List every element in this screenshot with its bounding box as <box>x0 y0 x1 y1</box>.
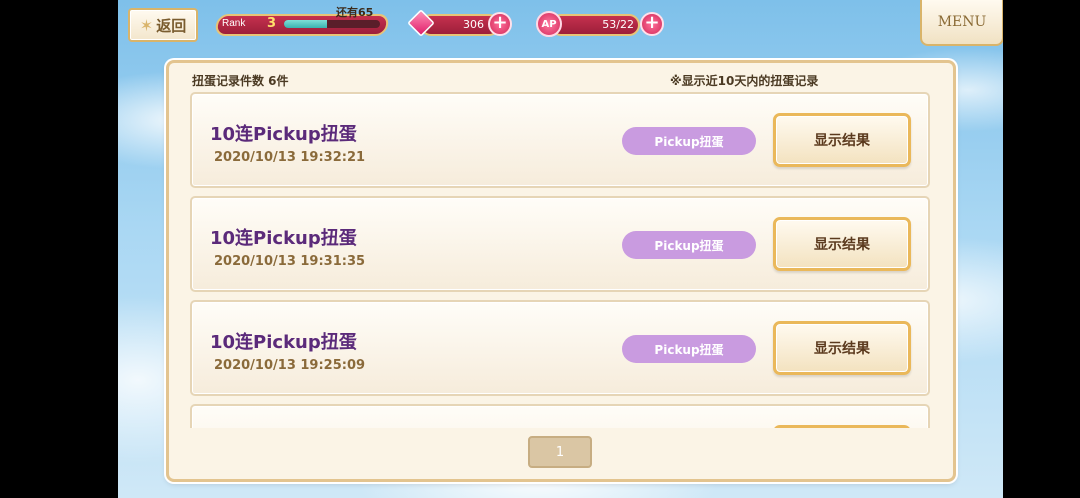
rank-progress-track <box>284 20 380 28</box>
record-timestamp: 2020/10/13 19:32:21 <box>214 150 366 165</box>
list-item: 10连Pickup扭蛋 2020/10/13 19:25:09 Pickup扭蛋… <box>190 300 930 396</box>
rank-remaining-text: 还有65 <box>336 6 374 19</box>
record-timestamp: 2020/10/13 19:31:35 <box>214 254 366 269</box>
record-title: 10连Pickup扭蛋 <box>210 228 357 249</box>
sparkle-icon: ✶ <box>139 15 154 35</box>
page-number-button[interactable]: 1 <box>528 436 592 468</box>
ap-count: 53/22 <box>602 18 634 31</box>
ap-icon: AP <box>536 11 562 37</box>
game-screen: ✶ 返回 Rank 3 还有65 306 + AP 53/22 + MENU 扭… <box>118 0 1003 498</box>
history-range-note: ※显示近10天内的扭蛋记录 <box>670 74 819 88</box>
back-button[interactable]: ✶ 返回 <box>128 8 198 42</box>
list-item: 10连Pickup扭蛋 2020/10/13 19:31:35 Pickup扭蛋… <box>190 196 930 292</box>
show-result-button[interactable]: 显示结果 <box>773 217 911 271</box>
show-result-button[interactable] <box>773 425 911 428</box>
add-gems-button[interactable]: + <box>488 12 512 36</box>
pickup-badge: Pickup扭蛋 <box>622 127 756 155</box>
add-ap-button[interactable]: + <box>640 12 664 36</box>
menu-button[interactable]: MENU <box>920 0 1003 46</box>
rank-value: 3 <box>267 16 277 31</box>
rank-progress-fill <box>284 20 328 28</box>
rank-label: Rank <box>222 18 246 29</box>
show-result-button[interactable]: 显示结果 <box>773 321 911 375</box>
list-item: 10连Pickup扭蛋 2020/10/13 19:32:21 Pickup扭蛋… <box>190 92 930 188</box>
record-list[interactable]: 10连Pickup扭蛋 2020/10/13 19:32:21 Pickup扭蛋… <box>190 92 932 428</box>
record-timestamp: 2020/10/13 19:25:09 <box>214 358 366 373</box>
gem-count: 306 <box>463 18 484 31</box>
pickup-badge: Pickup扭蛋 <box>622 335 756 363</box>
show-result-button[interactable]: 显示结果 <box>773 113 911 167</box>
record-title: 10连Pickup扭蛋 <box>210 124 357 145</box>
back-button-label: 返回 <box>156 16 187 35</box>
record-count-label: 扭蛋记录件数 6件 <box>192 74 289 88</box>
pickup-badge: Pickup扭蛋 <box>622 231 756 259</box>
record-title: 10连Pickup扭蛋 <box>210 332 357 353</box>
list-item-partial <box>190 404 930 428</box>
